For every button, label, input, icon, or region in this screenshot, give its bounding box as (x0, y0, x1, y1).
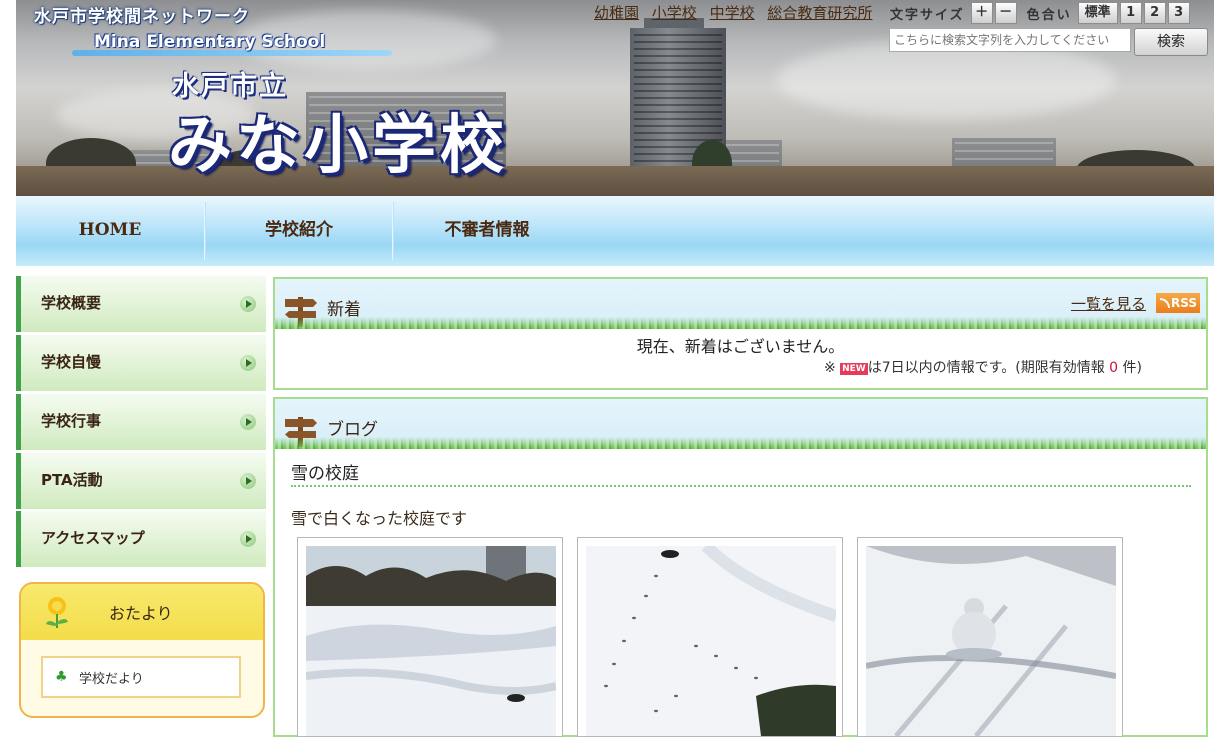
sidebar-item-access-map[interactable]: アクセスマップ (16, 511, 266, 567)
link-education-institute[interactable]: 総合教育研究所 (767, 4, 872, 22)
header-banner: 水戸市学校間ネットワーク Mina Elementary School 水戸市立… (16, 0, 1214, 196)
nav-suspicious-person-info[interactable]: 不審者情報 (394, 196, 580, 266)
new-badge-icon: NEW (840, 363, 868, 375)
school-newsletter-link[interactable]: ♣ 学校だより (41, 656, 241, 698)
sidebar-item-school-pride[interactable]: 学校自慢 (16, 335, 266, 391)
accessibility-tools: 文字サイズ ＋ － 色合い 標準 1 2 3 (890, 2, 1190, 24)
note-prefix: ※ (823, 360, 836, 376)
font-size-label: 文字サイズ (890, 7, 965, 23)
color-1-button[interactable]: 1 (1119, 2, 1142, 24)
english-school-name: Mina Elementary School (94, 32, 326, 52)
color-label: 色合い (1026, 7, 1072, 23)
arrow-right-icon (240, 296, 256, 312)
newsletter-title: おたより (109, 604, 173, 623)
newsletter-header: おたより (21, 584, 263, 640)
footprints-in-snow-photo (586, 546, 836, 736)
note-suffix: 件) (1122, 360, 1142, 376)
no-news-message: 現在、新着はございません。 (636, 337, 845, 356)
post-title[interactable]: 雪の校庭 (291, 459, 359, 484)
sidebar-item-label: PTA活動 (41, 471, 103, 489)
photo-frame[interactable] (577, 537, 843, 737)
arrow-right-icon (240, 531, 256, 547)
arrow-right-icon (240, 473, 256, 489)
grass-decoration (275, 432, 1206, 449)
arrow-right-icon (240, 355, 256, 371)
search-input[interactable] (889, 28, 1131, 52)
sidebar-item-pta[interactable]: PTA活動 (16, 453, 266, 509)
rss-button[interactable]: RSS (1156, 293, 1200, 313)
view-all-link[interactable]: 一覧を見る (1071, 293, 1146, 314)
link-elementary[interactable]: 小学校 (652, 4, 697, 22)
newsletter-box: おたより ♣ 学校だより (19, 582, 265, 718)
snowy-schoolyard-photo (306, 546, 556, 736)
color-standard-button[interactable]: 標準 (1077, 2, 1118, 24)
blog-panel: ブログ 雪の校庭 雪で白くなった校庭です (273, 397, 1208, 737)
sidebar-item-school-events[interactable]: 学校行事 (16, 394, 266, 450)
font-size-plus-button[interactable]: ＋ (970, 2, 993, 24)
valid-info-count: 0 (1109, 360, 1119, 376)
cloud (776, 40, 1116, 120)
dandelion-icon (46, 597, 68, 628)
link-kindergarten[interactable]: 幼稚園 (594, 4, 639, 22)
color-3-button[interactable]: 3 (1167, 2, 1190, 24)
sidebar-item-label: 学校行事 (41, 412, 102, 430)
sidebar-item-school-overview[interactable]: 学校概要 (16, 276, 266, 332)
note-text: は7日以内の情報です。(期限有効情報 (867, 360, 1105, 376)
clover-icon: ♣ (55, 669, 68, 685)
top-links: 幼稚園 小学校 中学校 総合教育研究所 (594, 2, 880, 23)
font-size-minus-button[interactable]: － (994, 2, 1017, 24)
network-title: 水戸市学校間ネットワーク (34, 7, 250, 27)
nav-school-intro[interactable]: 学校紹介 (206, 196, 392, 266)
snowman-photo (866, 546, 1116, 736)
photo-frame[interactable] (297, 537, 563, 737)
nav-home[interactable]: HOME (16, 196, 204, 266)
blog-panel-header: ブログ (275, 399, 1206, 449)
grass-decoration (275, 312, 1206, 329)
search-button[interactable]: 検索 (1134, 28, 1208, 56)
news-note: ※ NEW は7日以内の情報です。(期限有効情報 0 件) (824, 357, 1142, 377)
arrow-right-icon (240, 414, 256, 430)
sidebar-item-label: 学校自慢 (41, 353, 102, 371)
news-panel: 新着 一覧を見る RSS 現在、新着はございません。 ※ NEW は7日以内の情報… (273, 277, 1208, 390)
post-divider (291, 485, 1191, 487)
color-2-button[interactable]: 2 (1143, 2, 1166, 24)
news-panel-header: 新着 一覧を見る RSS (275, 279, 1206, 329)
link-junior-high[interactable]: 中学校 (710, 4, 755, 22)
sidebar-item-label: アクセスマップ (41, 529, 145, 547)
post-text: 雪で白くなった校庭です (291, 509, 468, 528)
main-nav: HOME 学校紹介 不審者情報 (16, 196, 1214, 266)
school-name-logo: みな小学校 (168, 108, 508, 183)
photo-frame[interactable] (857, 537, 1123, 737)
sidebar-item-label: 学校概要 (41, 294, 102, 312)
school-newsletter-label: 学校だより (79, 672, 144, 687)
